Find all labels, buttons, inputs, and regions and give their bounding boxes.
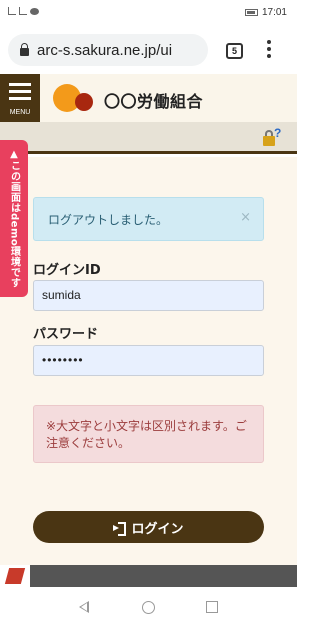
- app-thumbnail-icon[interactable]: [0, 565, 30, 587]
- url-text: arc-s.sakura.ne.jp/ui: [37, 41, 173, 59]
- case-sensitive-warning: ※大文字と小文字は区別されます。ご注意ください。: [33, 405, 264, 463]
- login-id-label: ログインID: [33, 263, 101, 278]
- site-logo[interactable]: [53, 84, 97, 114]
- address-bar[interactable]: arc-s.sakura.ne.jp/ui: [8, 34, 208, 66]
- battery-icon: [244, 9, 258, 16]
- logout-alert: ログアウトしました。 ×: [33, 197, 264, 241]
- back-icon[interactable]: [79, 601, 89, 613]
- lock-help-icon[interactable]: ?: [262, 126, 284, 148]
- home-icon[interactable]: [142, 601, 155, 614]
- kebab-menu-icon[interactable]: [266, 40, 272, 58]
- system-nav-bar: [0, 587, 297, 627]
- password-label: パスワード: [33, 327, 99, 342]
- browser-toolbar: arc-s.sakura.ne.jp/ui 5: [0, 26, 297, 74]
- status-time: 17:01: [261, 7, 287, 18]
- sub-toolbar: ?: [0, 122, 297, 154]
- login-button[interactable]: ログイン: [33, 511, 264, 543]
- lock-icon: [20, 43, 29, 56]
- login-id-field[interactable]: sumida: [33, 280, 264, 311]
- logout-message: ログアウトしました。: [48, 213, 169, 227]
- menu-label: MENU: [9, 109, 31, 116]
- site-header: MENU 〇〇労働組合: [0, 74, 297, 122]
- demo-environment-tab[interactable]: ▲この画面はdemo環境です: [0, 140, 28, 297]
- bottom-banner: [0, 565, 297, 587]
- sign-in-icon: [113, 521, 127, 536]
- status-bar: 17:01: [0, 0, 297, 26]
- site-name: 〇〇労働組合: [104, 92, 204, 111]
- recent-apps-icon[interactable]: [206, 601, 218, 613]
- signal-icon-2: [19, 7, 27, 15]
- signal-icon: [8, 7, 16, 15]
- chat-icon: [30, 7, 39, 15]
- close-icon[interactable]: ×: [240, 210, 251, 225]
- hamburger-icon: [9, 83, 31, 104]
- tab-switcher-button[interactable]: 5: [226, 43, 243, 59]
- login-button-label: ログイン: [131, 521, 184, 537]
- menu-button[interactable]: MENU: [0, 74, 40, 122]
- warning-message: ※大文字と小文字は区別されます。ご注意ください。: [46, 419, 247, 450]
- password-field[interactable]: ••••••••: [33, 345, 264, 376]
